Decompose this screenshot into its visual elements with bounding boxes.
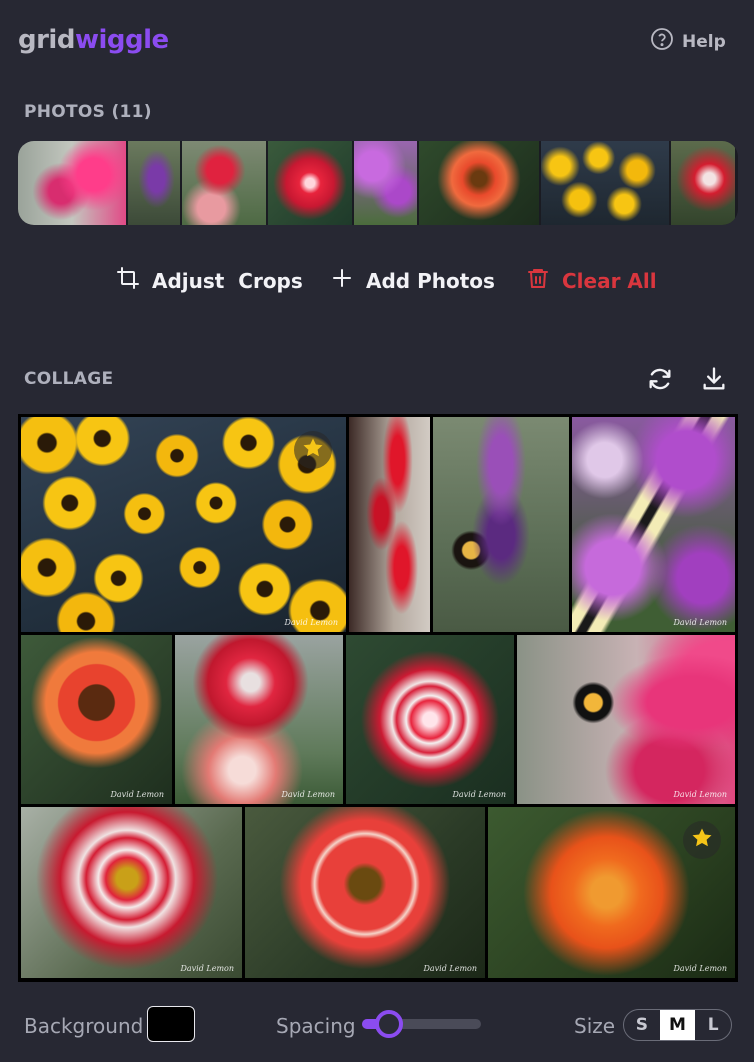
add-photos-label: Add Photos bbox=[366, 268, 495, 293]
size-option-l[interactable]: L bbox=[695, 1010, 731, 1040]
photo-thumbnail[interactable] bbox=[541, 141, 669, 225]
size-selector: S M L bbox=[623, 1009, 732, 1041]
add-photos-button[interactable]: Add Photos bbox=[330, 266, 495, 295]
help-label: Help bbox=[682, 31, 726, 52]
crop-icon bbox=[116, 266, 140, 295]
collage-tile[interactable] bbox=[433, 417, 569, 632]
background-label: Background bbox=[24, 1014, 144, 1038]
photo-thumbnail[interactable] bbox=[128, 141, 180, 225]
photo-thumbnail[interactable] bbox=[419, 141, 539, 225]
photo-strip[interactable] bbox=[18, 141, 738, 225]
background-color-swatch[interactable] bbox=[147, 1006, 195, 1042]
logo-grid-text: grid bbox=[18, 25, 75, 55]
photo-watermark: David Lemon bbox=[180, 964, 234, 973]
photo-watermark: David Lemon bbox=[284, 618, 338, 627]
clear-all-button[interactable]: Clear All bbox=[526, 266, 657, 295]
collage-tile[interactable]: David Lemon bbox=[245, 807, 485, 978]
logo-wiggle-text: wiggle bbox=[74, 25, 169, 55]
adjust-crops-label: Adjust Crops bbox=[152, 268, 303, 293]
photo-watermark: David Lemon bbox=[673, 790, 727, 799]
help-icon bbox=[650, 27, 674, 56]
photo-watermark: David Lemon bbox=[423, 964, 477, 973]
collage-grid: David Lemon David Lemon David Lemon Davi… bbox=[18, 414, 738, 982]
star-icon bbox=[690, 826, 714, 854]
app-logo: gridwiggle bbox=[18, 24, 169, 56]
refresh-icon bbox=[646, 368, 674, 397]
collage-tile[interactable]: David Lemon bbox=[346, 635, 514, 804]
clear-all-label: Clear All bbox=[562, 268, 657, 293]
collage-tile[interactable]: David Lemon bbox=[175, 635, 343, 804]
collage-tile[interactable]: David Lemon bbox=[517, 635, 735, 804]
size-option-m[interactable]: M bbox=[659, 1010, 696, 1040]
spacing-slider-handle[interactable] bbox=[375, 1010, 403, 1038]
size-label: Size bbox=[574, 1014, 616, 1038]
photo-watermark: David Lemon bbox=[281, 790, 335, 799]
plus-icon bbox=[330, 266, 354, 295]
photo-thumbnail[interactable] bbox=[671, 141, 735, 225]
photo-watermark: David Lemon bbox=[673, 618, 727, 627]
photo-thumbnail[interactable] bbox=[182, 141, 266, 225]
star-icon bbox=[301, 436, 325, 464]
photo-thumbnail[interactable] bbox=[18, 141, 126, 225]
photo-watermark: David Lemon bbox=[673, 964, 727, 973]
trash-icon bbox=[526, 266, 550, 295]
size-option-s[interactable]: S bbox=[624, 1010, 660, 1040]
photo-watermark: David Lemon bbox=[110, 790, 164, 799]
favorite-star[interactable] bbox=[294, 431, 332, 469]
download-button[interactable] bbox=[700, 365, 728, 393]
photo-watermark: David Lemon bbox=[452, 790, 506, 799]
shuffle-button[interactable] bbox=[646, 365, 674, 393]
photo-thumbnail[interactable] bbox=[268, 141, 352, 225]
help-button[interactable]: Help bbox=[650, 27, 726, 56]
collage-tile[interactable]: David Lemon bbox=[572, 417, 735, 632]
collage-tile[interactable]: David Lemon bbox=[488, 807, 735, 978]
download-icon bbox=[700, 367, 728, 397]
collage-tile[interactable]: David Lemon bbox=[21, 417, 346, 632]
photos-section-title: PHOTOS (11) bbox=[24, 102, 152, 122]
spacing-label: Spacing bbox=[276, 1014, 356, 1038]
collage-tile[interactable]: David Lemon bbox=[21, 635, 172, 804]
collage-tile[interactable] bbox=[349, 417, 430, 632]
photo-thumbnail[interactable] bbox=[354, 141, 417, 225]
collage-section-title: COLLAGE bbox=[24, 369, 114, 389]
adjust-crops-button[interactable]: Adjust Crops bbox=[116, 266, 303, 295]
favorite-star[interactable] bbox=[683, 821, 721, 859]
collage-tile[interactable]: David Lemon bbox=[21, 807, 242, 978]
